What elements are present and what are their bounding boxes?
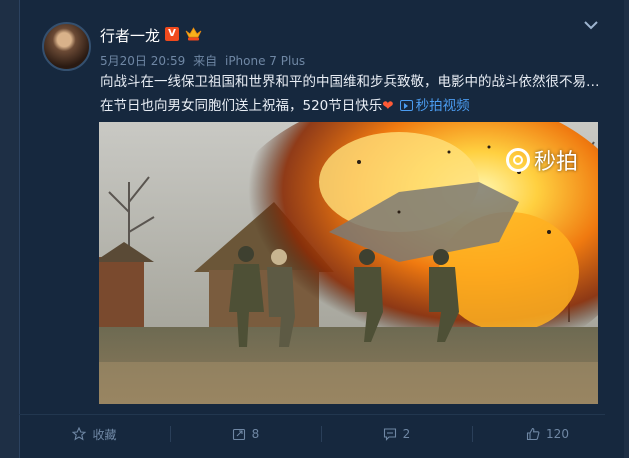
video-link-label: 秒拍视频	[415, 98, 470, 114]
post-body: 向战斗在一线保卫祖国和世界和平的中国维和步兵致敬，电影中的战斗依然很不易…在节日…	[100, 74, 600, 114]
avatar[interactable]	[42, 22, 91, 71]
comment-count: 2	[402, 427, 411, 441]
post-date[interactable]: 5月20日 20:59	[100, 54, 185, 68]
weibo-post-card: 行者一龙 V 5月20日 20:59 来自 iPhone 7 Plus 向战斗在…	[19, 0, 624, 458]
source-prefix: 来自	[193, 54, 218, 68]
post-meta: 5月20日 20:59 来自 iPhone 7 Plus	[100, 52, 309, 69]
video-watermark: 秒拍	[505, 144, 578, 176]
repost-button[interactable]: 8	[170, 420, 321, 448]
repost-icon	[232, 428, 245, 441]
watermark-label: 秒拍	[533, 150, 578, 175]
video-thumbnail[interactable]: 秒拍	[99, 122, 598, 404]
chevron-down-icon[interactable]	[582, 19, 600, 31]
comment-button[interactable]: 2	[321, 420, 472, 448]
actions-divider	[19, 414, 605, 415]
camera-icon	[505, 148, 530, 172]
like-icon	[526, 427, 540, 441]
post-text: 向战斗在一线保卫祖国和世界和平的中国维和步兵致敬，电影中的战斗依然很不易…在节日…	[100, 70, 610, 118]
verified-badge: V	[165, 27, 179, 41]
repost-count: 8	[251, 427, 260, 441]
crown-icon	[185, 27, 202, 41]
comment-icon	[383, 428, 396, 441]
like-count: 120	[546, 427, 569, 441]
post-source: iPhone 7 Plus	[224, 54, 306, 68]
favorite-label: 收藏	[92, 427, 117, 442]
video-link[interactable]: 秒拍视频	[399, 98, 470, 114]
heart-emoji: ❤	[382, 98, 394, 114]
star-icon	[72, 427, 87, 441]
username[interactable]: 行者一龙	[100, 25, 160, 46]
video-play-icon	[399, 100, 413, 111]
favorite-button[interactable]: 收藏	[19, 420, 170, 448]
like-button[interactable]: 120	[472, 420, 623, 448]
action-bar: 收藏 8 2 120	[19, 420, 623, 448]
